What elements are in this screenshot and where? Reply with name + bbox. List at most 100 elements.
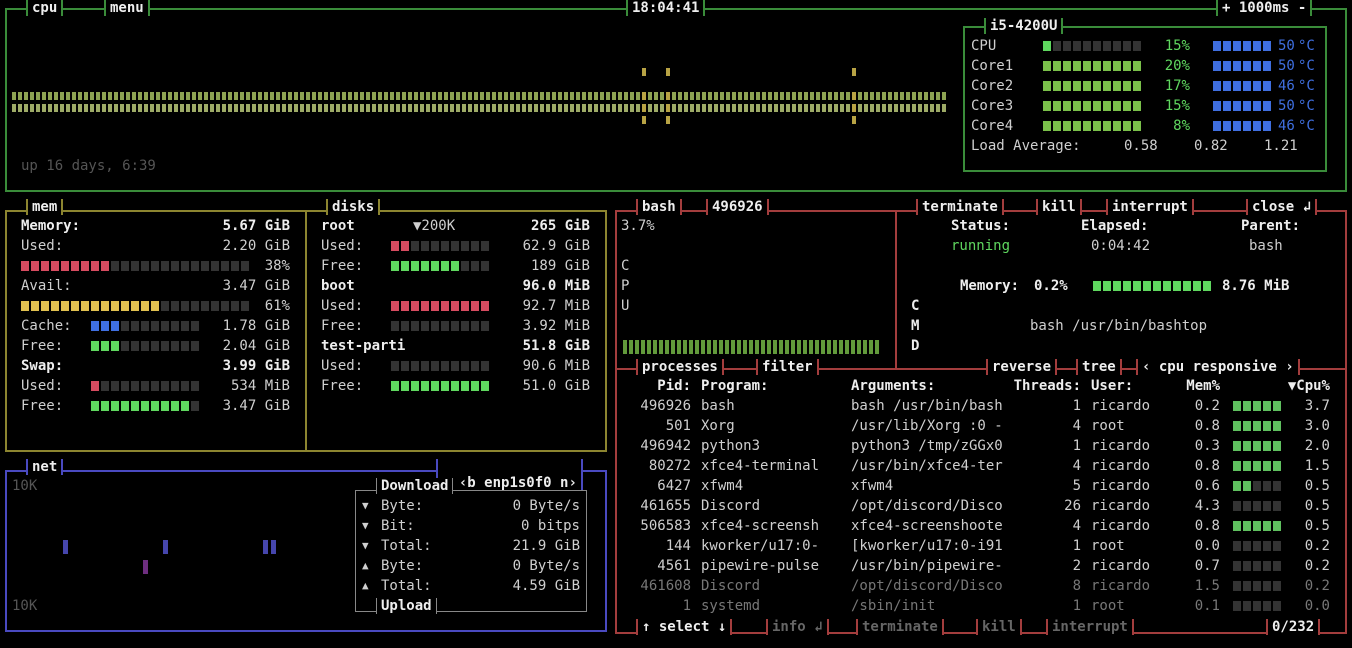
header-cpu[interactable]: ▼Cpu% [1270, 376, 1330, 396]
header-mem[interactable]: Mem% [1170, 376, 1220, 396]
cpu-core-meter-cell [1123, 81, 1131, 91]
header-pid[interactable]: Pid: [621, 376, 691, 396]
mem-meter-cell [171, 261, 179, 271]
header-user[interactable]: User: [1091, 376, 1133, 396]
cpu-graph-dot [462, 92, 466, 100]
mem-meter-cell [211, 261, 219, 271]
interrupt-button[interactable]: interrupt [1046, 619, 1134, 635]
cpu-graph-dot [858, 92, 862, 100]
mem-title[interactable]: mem [26, 199, 64, 215]
cpu-graph-dot [720, 104, 724, 112]
cpu-graph-dot [852, 68, 856, 76]
cpu-graph-dot [156, 92, 160, 100]
cpu-graph-dot [588, 92, 592, 100]
cpu-graph-dot [354, 92, 358, 100]
info-button[interactable]: info ↲ [766, 619, 829, 635]
cpu-graph-dot [744, 104, 748, 112]
tab-reverse[interactable]: reverse [986, 359, 1058, 375]
cpu-graph-dot [642, 116, 646, 124]
net-graph-dot [163, 540, 168, 554]
cpu-core-label: Core2 [971, 78, 1014, 94]
mem-meter-cell [141, 401, 149, 411]
cpu-core-meter-cell [1133, 101, 1141, 111]
net-graph-dot [63, 540, 68, 554]
process-cpu-meter-cell [1243, 581, 1251, 591]
process-cpu-meter [1233, 401, 1281, 411]
process-cpu-meter-cell [1243, 421, 1251, 431]
parent-value: bash [1249, 238, 1283, 254]
cpu-graph-dot [60, 104, 64, 112]
tab-tree[interactable]: tree [1076, 359, 1122, 375]
mem-meter-cell [101, 381, 109, 391]
tab-filter[interactable]: filter [756, 359, 819, 375]
cpu-graph-dot [828, 92, 832, 100]
mem-meter-cell [111, 341, 119, 351]
tab-processes[interactable]: processes [636, 359, 724, 375]
detail-close-button[interactable]: close ↲ [1246, 199, 1318, 215]
cpu-graph-dot [192, 104, 196, 112]
cpu-title[interactable]: cpu [26, 0, 64, 16]
detail-interrupt-button[interactable]: interrupt [1106, 199, 1194, 215]
mem-meter [91, 321, 199, 331]
cpu-graph-dot [264, 104, 268, 112]
cpu-graph-dot [240, 92, 244, 100]
mem-meter-cell [181, 341, 189, 351]
detail-terminate-button[interactable]: terminate [916, 199, 1004, 215]
next-interface-button[interactable]: n› [560, 475, 577, 491]
menu-button[interactable]: menu [104, 0, 150, 16]
cpu-temp-meter-cell [1253, 81, 1261, 91]
prev-interface-button[interactable]: ‹b [459, 475, 476, 491]
cpu-graph-dot [432, 92, 436, 100]
header-threads[interactable]: Threads: [981, 376, 1081, 396]
net-stat-value: 4.59 GiB [512, 578, 580, 594]
cpu-graph-dot [810, 92, 814, 100]
cpu-graph-dot [744, 92, 748, 100]
update-rate-control[interactable]: + 1000ms - [1216, 0, 1313, 16]
cpu-graph-dot [564, 92, 568, 100]
cpu-graph-dot [876, 104, 880, 112]
cpu-graph-dot [708, 92, 712, 100]
memory-label: Memory: [960, 278, 1020, 294]
kill-button[interactable]: kill [976, 619, 1022, 635]
process-cpu: 0.2 [1304, 578, 1330, 594]
cpu-graph-dot [516, 104, 520, 112]
disks-title[interactable]: disks [326, 199, 381, 215]
detail-graph-bar [791, 340, 795, 354]
cpu-core-meter-cell [1053, 101, 1061, 111]
header-arguments[interactable]: Arguments: [851, 376, 935, 396]
mem-meter-cell [171, 321, 179, 331]
cpu-graph-dot [270, 92, 274, 100]
cpu-graph-dot [228, 92, 232, 100]
cpu-graph-dot [156, 104, 160, 112]
cpu-graph-dot [750, 92, 754, 100]
disk-meter-cell [461, 381, 469, 391]
detail-kill-button[interactable]: kill [1036, 199, 1082, 215]
detail-memory-meter-cell [1123, 281, 1131, 291]
select-control[interactable]: ↑ select ↓ [636, 619, 733, 635]
disk-meter-cell [461, 261, 469, 271]
sort-selector[interactable]: ‹ cpu responsive › [1136, 359, 1300, 375]
mem-meter-cell [171, 341, 179, 351]
net-title[interactable]: net [26, 459, 64, 475]
detail-memory-meter-cell [1103, 281, 1111, 291]
process-pid: 501 [665, 418, 691, 434]
net-arrow: ▼ [362, 539, 369, 552]
header-program[interactable]: Program: [701, 376, 768, 396]
process-user: root [1091, 538, 1125, 554]
cpu-temp-meter-cell [1263, 101, 1271, 111]
disk-meter-cell [461, 361, 469, 371]
cpu-temp-meter-cell [1233, 81, 1241, 91]
cpu-graph-dot [732, 104, 736, 112]
cpu-graph-dot [738, 92, 742, 100]
cpu-core-meter-cell [1123, 61, 1131, 71]
cpu-graph-dot [750, 104, 754, 112]
net-stat-label: Byte: [381, 498, 424, 514]
process-arguments: /opt/discord/Disco [851, 498, 1003, 514]
terminate-button[interactable]: terminate [856, 619, 944, 635]
disk-meter-cell [441, 381, 449, 391]
mem-meter-cell [21, 301, 29, 311]
mem-meter-cell [81, 261, 89, 271]
cpu-graph-dot [780, 92, 784, 100]
net-interface-selector[interactable]: ‹b enp1s0f0 n› [436, 459, 583, 491]
net-stat-value: 0 bitps [520, 518, 580, 534]
